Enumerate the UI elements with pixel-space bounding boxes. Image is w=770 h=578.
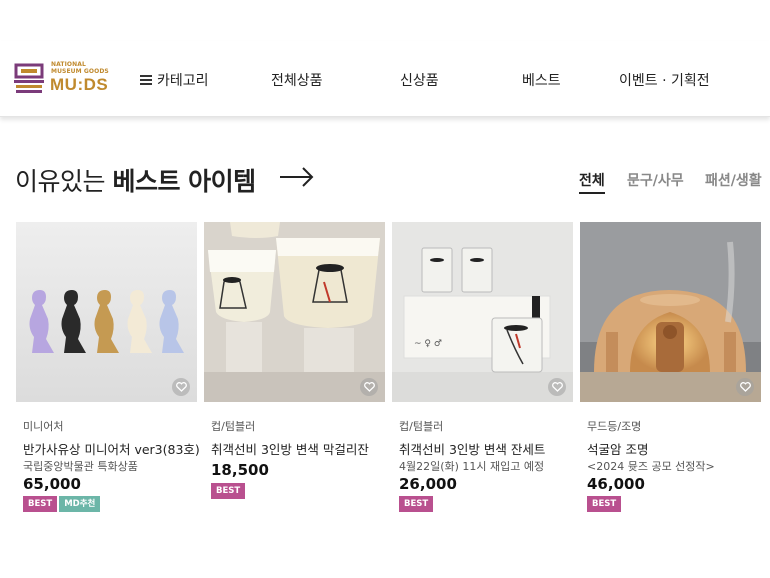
logo-text: MU:DS — [50, 75, 109, 94]
product-badges: BEST — [399, 496, 434, 512]
wishlist-heart-icon[interactable] — [172, 378, 190, 396]
product-category: 컵/텀블러 — [211, 420, 256, 433]
product-name[interactable]: 취객선비 3인방 변색 잔세트 — [399, 439, 545, 458]
filter-fashion-life[interactable]: 패션/생활 — [705, 170, 762, 190]
best-badge: BEST — [587, 496, 622, 512]
product-category: 컵/텀블러 — [399, 420, 444, 433]
svg-text:~ ♀ ♂: ~ ♀ ♂ — [414, 339, 442, 349]
category-label: 카테고리 — [157, 73, 209, 89]
best-badge: BEST — [211, 483, 246, 499]
filter-all[interactable]: 전체 — [579, 170, 605, 194]
wishlist-heart-icon[interactable] — [548, 378, 566, 396]
filter-stationery[interactable]: 문구/사무 — [627, 170, 684, 190]
hamburger-icon — [140, 75, 152, 85]
category-menu-button[interactable]: 카테고리 — [140, 70, 209, 90]
product-subtitle: 4월22일(화) 11시 재입고 예정 — [399, 460, 545, 473]
product-name[interactable]: 반가사유상 미니어처 ver3(83호) — [23, 439, 200, 458]
product-name[interactable]: 석굴암 조명 — [587, 439, 648, 458]
product-name[interactable]: 취객선비 3인방 변색 막걸리잔 — [211, 439, 369, 458]
site-header: NATIONAL MUSEUM GOODS MU:DS 카테고리 전체상품 신상… — [0, 41, 770, 117]
nav-best[interactable]: 베스트 — [522, 70, 561, 90]
product-price: 18,500 — [211, 461, 269, 479]
product-image-cup-set[interactable]: ~ ♀ ♂ — [392, 222, 573, 402]
product-category: 미니어처 — [23, 420, 64, 433]
best-badge: BEST — [399, 496, 434, 512]
arrow-right-icon[interactable] — [279, 166, 315, 188]
md-pick-badge: MD추천 — [59, 496, 101, 512]
product-category: 무드등/조명 — [587, 420, 642, 433]
logo-mark-icon — [14, 63, 44, 93]
product-card[interactable]: 무드등/조명 석굴암 조명 <2024 뮷즈 공모 선정작> 46,000 BE… — [580, 222, 761, 512]
product-price: 46,000 — [587, 475, 645, 493]
product-image-miniature[interactable] — [16, 222, 197, 402]
top-strip — [0, 0, 770, 42]
mu-ds-logo[interactable]: NATIONAL MUSEUM GOODS MU:DS — [14, 61, 109, 97]
product-subtitle: <2024 뮷즈 공모 선정작> — [587, 460, 715, 473]
product-card[interactable]: 컵/텀블러 취객선비 3인방 변색 막걸리잔 18,500 BEST — [204, 222, 385, 499]
product-badges: BEST MD추천 — [23, 496, 101, 512]
wishlist-heart-icon[interactable] — [360, 378, 378, 396]
best-badge: BEST — [23, 496, 58, 512]
nav-new-products[interactable]: 신상품 — [400, 70, 439, 90]
product-card[interactable]: 미니어처 반가사유상 미니어처 ver3(83호) 국립중앙박물관 특화상품 6… — [16, 222, 200, 512]
product-badges: BEST — [587, 496, 622, 512]
nav-all-products[interactable]: 전체상품 — [271, 70, 323, 90]
section-title: 이유있는 베스트 아이템 — [15, 167, 256, 196]
product-subtitle: 국립중앙박물관 특화상품 — [23, 460, 138, 473]
product-price: 65,000 — [23, 475, 81, 493]
nav-events[interactable]: 이벤트 · 기획전 — [619, 70, 710, 90]
product-image-seokguram-lamp[interactable] — [580, 222, 761, 402]
logo-text-small: NATIONAL MUSEUM GOODS — [51, 61, 109, 75]
product-image-makgeolli-cup[interactable] — [204, 222, 385, 402]
product-price: 26,000 — [399, 475, 457, 493]
product-badges: BEST — [211, 483, 246, 499]
wishlist-heart-icon[interactable] — [736, 378, 754, 396]
product-card[interactable]: ~ ♀ ♂ 컵/텀블러 취객선비 3인방 변색 잔세트 4월22일(화) 11시… — [392, 222, 573, 512]
